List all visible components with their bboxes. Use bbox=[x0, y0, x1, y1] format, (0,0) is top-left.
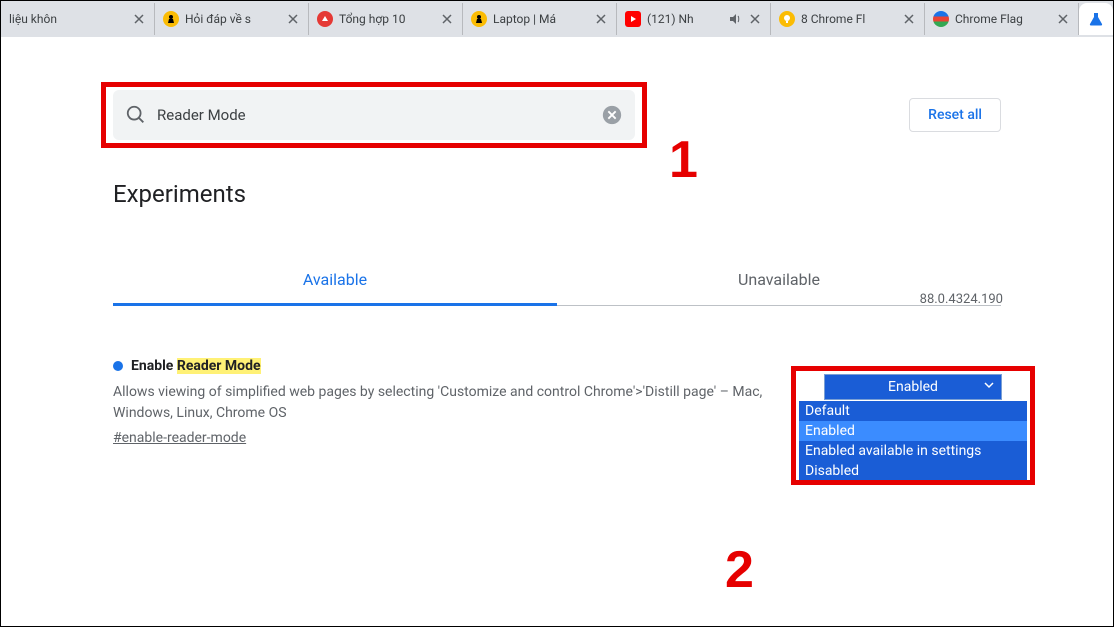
search-container bbox=[113, 90, 635, 140]
tab-title: Hỏi đáp về s bbox=[185, 12, 280, 26]
flag-title-prefix: Enable bbox=[131, 358, 177, 374]
dropdown-option[interactable]: Enabled bbox=[799, 421, 1027, 441]
close-icon[interactable] bbox=[1056, 12, 1070, 26]
browser-tab-strip: liệu khôn Hỏi đáp về s Tổng hợp 10 Lapto… bbox=[1, 1, 1113, 37]
browser-tab[interactable]: Chrome Flag bbox=[925, 3, 1079, 35]
flag-title-text: Enable Reader Mode bbox=[131, 358, 261, 374]
close-icon[interactable] bbox=[286, 12, 300, 26]
favicon-icon bbox=[933, 11, 949, 27]
chevron-down-icon bbox=[983, 379, 995, 395]
browser-tab[interactable]: Laptop | Má bbox=[463, 3, 617, 35]
tab-title: Tổng hợp 10 bbox=[339, 12, 434, 26]
browser-tab[interactable]: (121) Nh bbox=[617, 3, 771, 35]
modified-dot-icon bbox=[113, 361, 123, 371]
browser-tab-active[interactable] bbox=[1079, 3, 1113, 35]
search-input[interactable] bbox=[157, 106, 591, 124]
audio-icon[interactable] bbox=[728, 12, 742, 26]
search-icon bbox=[125, 104, 147, 126]
tab-title: liệu khôn bbox=[9, 12, 126, 26]
dropdown-selected-label: Enabled bbox=[888, 379, 938, 395]
dropdown-option[interactable]: Default bbox=[799, 401, 1027, 421]
favicon-icon bbox=[471, 11, 487, 27]
close-icon[interactable] bbox=[594, 12, 608, 26]
close-icon[interactable] bbox=[902, 12, 916, 26]
favicon-icon bbox=[163, 11, 179, 27]
browser-tab[interactable]: liệu khôn bbox=[1, 3, 155, 35]
close-icon[interactable] bbox=[748, 12, 762, 26]
version-label: 88.0.4324.190 bbox=[920, 292, 1003, 307]
youtube-icon bbox=[625, 11, 641, 27]
flag-title-highlight: Reader Mode bbox=[177, 358, 261, 374]
dropdown-option[interactable]: Disabled bbox=[799, 461, 1027, 481]
reset-all-button[interactable]: Reset all bbox=[909, 98, 1001, 132]
dropdown-option[interactable]: Enabled available in settings bbox=[799, 441, 1027, 461]
search-box[interactable] bbox=[113, 90, 635, 140]
browser-tab[interactable]: Hỏi đáp về s bbox=[155, 3, 309, 35]
flag-tabs: Available Unavailable bbox=[113, 256, 1001, 306]
clear-icon[interactable] bbox=[601, 104, 623, 126]
tab-title: (121) Nh bbox=[647, 12, 722, 26]
dropdown-button[interactable]: Enabled bbox=[824, 374, 1002, 400]
close-icon[interactable] bbox=[132, 12, 146, 26]
tab-title: 8 Chrome Fl bbox=[801, 12, 896, 26]
favicon-icon bbox=[317, 11, 333, 27]
dropdown-list: Default Enabled Enabled available in set… bbox=[799, 401, 1027, 481]
tab-available[interactable]: Available bbox=[113, 256, 557, 306]
browser-tab[interactable]: Tổng hợp 10 bbox=[309, 3, 463, 35]
browser-tab[interactable]: 8 Chrome Fl bbox=[771, 3, 925, 35]
toolbar-gap bbox=[1, 37, 1113, 82]
annotation-number: 2 bbox=[725, 540, 754, 600]
bulb-icon bbox=[779, 11, 795, 27]
flag-item: Enable Reader Mode Allows viewing of sim… bbox=[113, 358, 1001, 446]
flask-icon bbox=[1088, 11, 1104, 27]
close-icon[interactable] bbox=[440, 12, 454, 26]
page-title: Experiments bbox=[113, 180, 1001, 208]
flag-description: Allows viewing of simplified web pages b… bbox=[113, 382, 793, 424]
flag-hash-link[interactable]: #enable-reader-mode bbox=[113, 430, 246, 446]
tab-title: Laptop | Má bbox=[493, 12, 588, 26]
flag-dropdown: Enabled Default Enabled Enabled availabl… bbox=[799, 374, 1027, 481]
tab-title: Chrome Flag bbox=[955, 12, 1050, 26]
